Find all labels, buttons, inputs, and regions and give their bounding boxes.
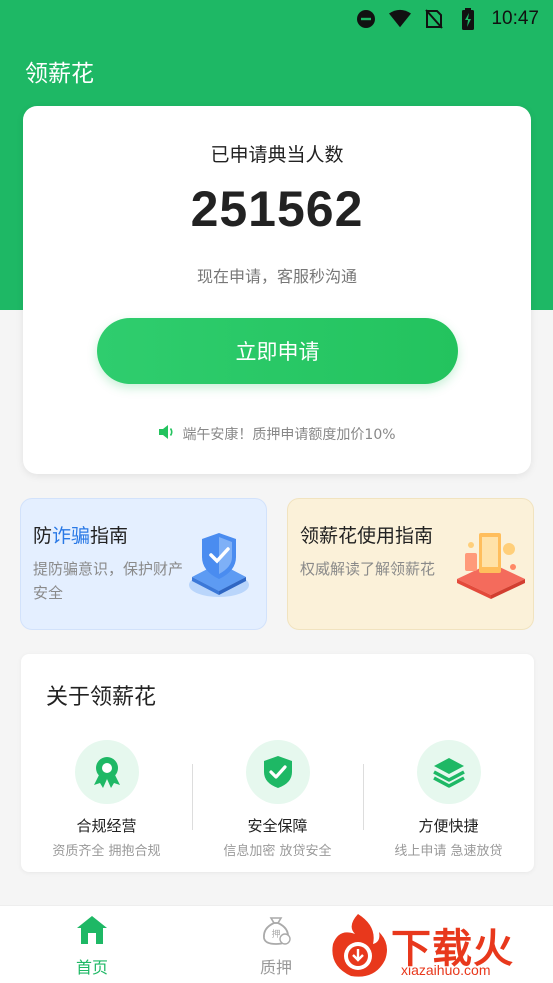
feature-name: 安全保障: [247, 817, 308, 835]
pledge-bag-icon: 押: [236, 914, 316, 950]
nav-pledge[interactable]: 押 质押: [236, 914, 316, 978]
about-title: 关于领薪花: [46, 685, 157, 710]
feature-compliance: 合规经营 资质齐全 拥抱合规: [21, 740, 192, 859]
application-card: 已申请典当人数 251562 现在申请，客服秒沟通 立即申请 端午安康！质押申请…: [23, 106, 531, 474]
app-title: 领薪花: [25, 61, 94, 87]
home-icon: [52, 914, 132, 950]
site-watermark: 下载火 xiazaihuo.com: [325, 910, 553, 983]
shield-check-icon: [245, 740, 310, 804]
card-subtitle: 现在申请，客服秒沟通: [196, 267, 357, 286]
wifi-icon: [389, 8, 412, 30]
usage-guide-desc: 权威解读了解领薪花: [300, 560, 436, 578]
about-section: 关于领薪花 合规经营 资质齐全 拥抱合规 安全保障 信息加密 放贷安全 方便快捷…: [21, 654, 534, 872]
applicant-count-label: 已申请典当人数: [210, 144, 344, 166]
apply-now-button[interactable]: 立即申请: [97, 318, 458, 384]
status-time: 10:47: [491, 8, 539, 29]
speaker-icon: [158, 424, 176, 444]
battery-charging-icon: [457, 8, 479, 30]
anti-fraud-guide-card[interactable]: 防诈骗指南 提防骗意识，保护财产安全: [20, 498, 267, 630]
award-icon: [74, 740, 139, 804]
promo-notice: 端午安康！质押申请额度加价10%: [23, 424, 531, 444]
layers-icon: [416, 740, 481, 804]
no-sim-icon: [423, 8, 445, 30]
status-bar: 10:47: [0, 0, 553, 38]
shield-icon: [184, 527, 254, 601]
watermark-logo: [332, 914, 387, 977]
anti-fraud-guide-title: 防诈骗指南: [33, 525, 129, 547]
usage-guide-card[interactable]: 领薪花使用指南 权威解读了解领薪花: [287, 498, 534, 630]
feature-name: 方便快捷: [418, 817, 479, 835]
nav-home[interactable]: 首页: [52, 914, 132, 978]
anti-fraud-guide-desc: 提防骗意识，保护财产安全: [33, 560, 184, 602]
svg-text:押: 押: [271, 928, 280, 940]
guide-illustration-icon: [451, 527, 525, 601]
do-not-disturb-icon: [355, 8, 377, 30]
usage-guide-title: 领薪花使用指南: [300, 525, 434, 547]
feature-name: 合规经营: [76, 817, 137, 835]
feature-convenience: 方便快捷 线上申请 急速放贷: [363, 740, 534, 859]
watermark-url: xiazaihuo.com: [401, 962, 491, 978]
feature-desc: 线上申请 急速放贷: [394, 844, 503, 859]
feature-security: 安全保障 信息加密 放贷安全: [192, 740, 363, 859]
feature-desc: 信息加密 放贷安全: [223, 844, 332, 859]
feature-desc: 资质齐全 拥抱合规: [52, 844, 161, 859]
nav-home-label: 首页: [75, 958, 108, 977]
promo-notice-text: 端午安康！质押申请额度加价10%: [182, 427, 396, 443]
nav-pledge-label: 质押: [259, 958, 292, 977]
applicant-count: 251562: [190, 181, 364, 237]
